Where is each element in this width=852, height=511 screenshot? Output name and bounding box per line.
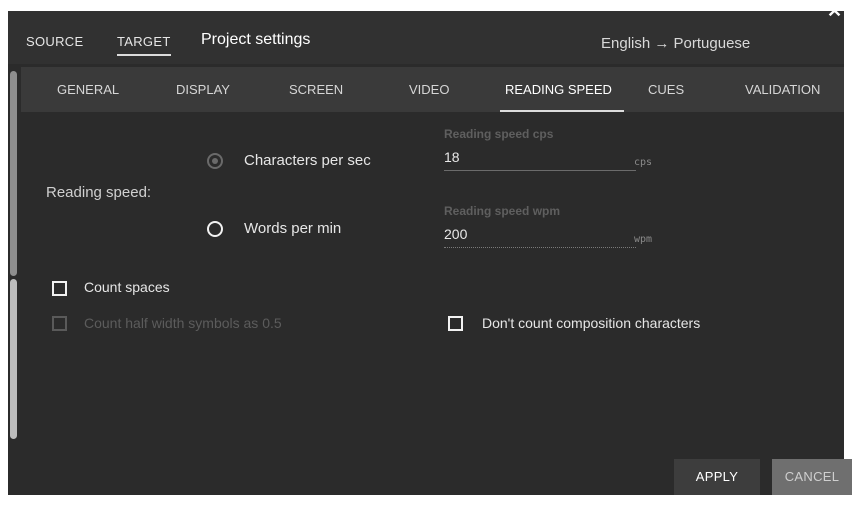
wpm-unit: wpm — [634, 234, 653, 245]
tab-screen[interactable]: SCREEN — [289, 82, 343, 97]
dont-count-composition-checkbox[interactable] — [448, 316, 463, 331]
radio-words-per-min[interactable] — [207, 221, 223, 237]
scrollbar-track[interactable] — [10, 279, 17, 439]
dont-count-composition-label[interactable]: Don't count composition characters — [482, 315, 700, 331]
settings-tab-bar: GENERAL DISPLAY SCREEN VIDEO READING SPE… — [21, 67, 844, 112]
wpm-input[interactable]: 200 — [444, 226, 467, 242]
tab-validation[interactable]: VALIDATION — [745, 82, 820, 97]
tab-video[interactable]: VIDEO — [409, 82, 449, 97]
tab-reading-speed[interactable]: READING SPEED — [505, 82, 612, 97]
reading-speed-label: Reading speed: — [46, 184, 152, 201]
radio-characters-per-sec-label[interactable]: Characters per sec — [244, 152, 371, 169]
count-spaces-label[interactable]: Count spaces — [84, 279, 170, 295]
count-half-width-label: Count half width symbols as 0.5 — [84, 315, 282, 331]
cps-input[interactable]: 18 — [444, 149, 460, 165]
language-pair: English → Portuguese — [601, 35, 751, 52]
dialog-title: Project settings — [201, 31, 311, 48]
active-tab-indicator — [500, 110, 624, 112]
cps-unit: cps — [634, 157, 653, 168]
dialog-header: SOURCE TARGET Project settings English →… — [8, 11, 844, 64]
tab-display[interactable]: DISPLAY — [176, 82, 230, 97]
wpm-input-underline — [444, 247, 636, 248]
close-icon[interactable]: ✕ — [827, 2, 842, 20]
count-spaces-checkbox[interactable] — [52, 281, 67, 296]
project-settings-dialog: SOURCE TARGET Project settings English →… — [8, 11, 844, 495]
cps-field-label: Reading speed cps — [444, 127, 554, 141]
wpm-field-label: Reading speed wpm — [444, 204, 561, 218]
tab-cues[interactable]: CUES — [648, 82, 684, 97]
radio-words-per-min-label[interactable]: Words per min — [244, 220, 341, 237]
count-half-width-checkbox — [52, 316, 67, 331]
source-tab[interactable]: SOURCE — [26, 34, 83, 49]
scrollbar-thumb[interactable] — [10, 71, 17, 276]
apply-button[interactable]: APPLY — [674, 459, 760, 495]
tab-general[interactable]: GENERAL — [57, 82, 119, 97]
radio-characters-per-sec[interactable] — [207, 153, 223, 169]
cps-input-underline — [444, 170, 636, 171]
cancel-button[interactable]: CANCEL — [772, 459, 852, 495]
target-tab[interactable]: TARGET — [117, 34, 171, 56]
